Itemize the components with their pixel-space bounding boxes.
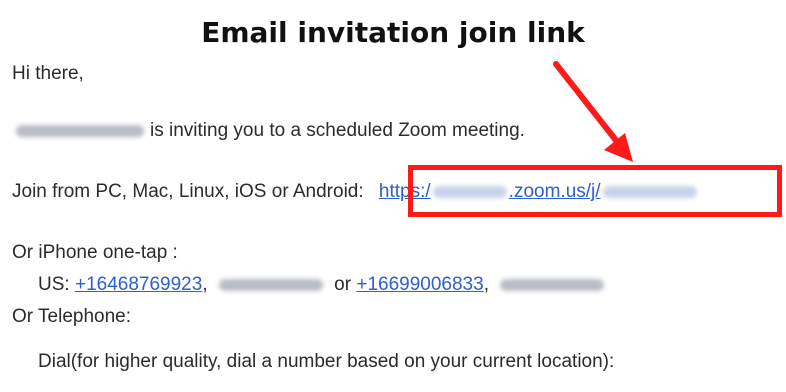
or-text: or xyxy=(334,274,352,295)
iphone-label: Or iPhone one-tap : xyxy=(12,242,178,263)
invite-text: is inviting you to a scheduled Zoom meet… xyxy=(150,120,525,141)
redacted-meeting-id xyxy=(218,278,323,291)
join-label: Join from PC, Mac, Linux, iOS or Android… xyxy=(12,181,364,202)
phone-link-2[interactable]: +16699006833 xyxy=(356,274,483,295)
annotation-title: Email invitation join link xyxy=(201,16,585,49)
phone-link-1[interactable]: +16468769923 xyxy=(75,274,202,295)
greeting: Hi there, xyxy=(12,63,84,84)
redacted-host-name xyxy=(16,124,144,137)
invite-line: is inviting you to a scheduled Zoom meet… xyxy=(12,120,525,142)
telephone-label: Or Telephone: xyxy=(12,306,132,327)
us-label: US: xyxy=(38,274,70,295)
highlight-box xyxy=(408,165,782,217)
iphone-numbers-line: US: +16468769923, or +16699006833, xyxy=(38,274,610,296)
comma: , xyxy=(202,274,208,295)
redacted-meeting-id xyxy=(500,278,605,291)
comma: , xyxy=(483,274,489,295)
dial-instructions: Dial(for higher quality, dial a number b… xyxy=(38,351,615,372)
